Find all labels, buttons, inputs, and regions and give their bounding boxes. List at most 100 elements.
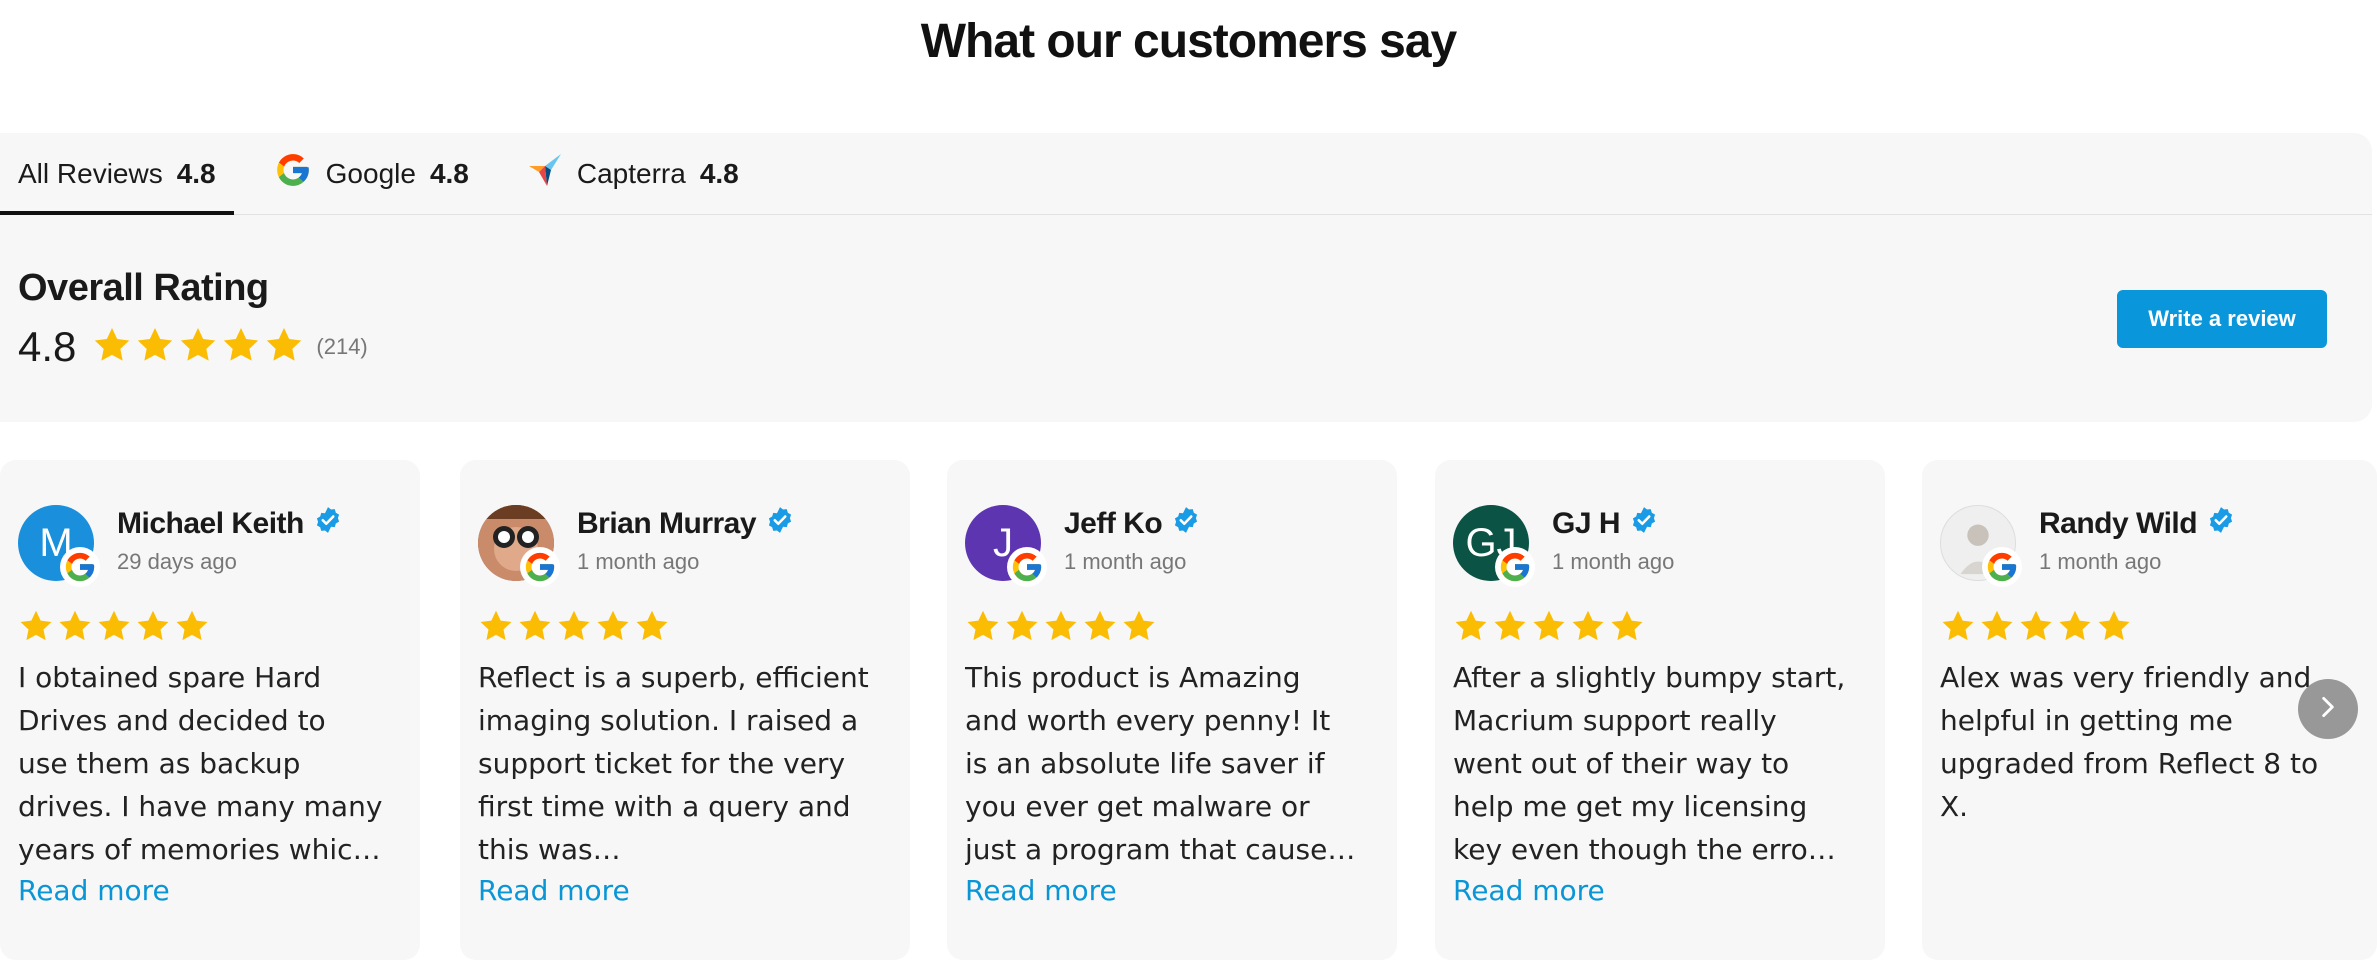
google-icon	[520, 547, 560, 587]
star-icon	[2057, 608, 2093, 649]
tab-score: 4.8	[429, 157, 469, 189]
review-stars	[1940, 608, 2132, 649]
star-icon	[221, 325, 261, 370]
star-icon	[18, 608, 54, 649]
reviewer-name-text: Brian Murray	[577, 507, 757, 540]
avatar-wrapper: GJ	[1453, 505, 1535, 587]
verified-icon	[1172, 506, 1200, 542]
star-icon	[1570, 608, 1606, 649]
review-card: J Jeff Ko 1 month ago This product is Amazi…	[947, 460, 1397, 960]
review-stars	[18, 608, 210, 649]
review-stars	[965, 608, 1157, 649]
star-icon	[1940, 608, 1976, 649]
avatar-wrapper: J	[965, 505, 1047, 587]
google-icon	[1982, 547, 2022, 587]
verified-icon	[314, 506, 342, 542]
tab-label: Google	[325, 157, 416, 189]
star-icon	[1082, 608, 1118, 649]
avatar-wrapper	[478, 505, 560, 587]
chevron-right-icon	[2315, 694, 2341, 725]
reviewer-name-text: Michael Keith	[117, 507, 304, 540]
reviewer-name: Brian Murray	[577, 506, 794, 542]
star-icon	[264, 325, 304, 370]
overall-rating-title: Overall Rating	[18, 267, 269, 309]
google-icon	[1495, 547, 1535, 587]
star-icon	[1979, 608, 2015, 649]
reviewer-name-text: Randy Wild	[2039, 507, 2198, 540]
star-icon	[2096, 608, 2132, 649]
star-icon	[135, 608, 171, 649]
reviewer-name: Randy Wild	[2039, 506, 2235, 542]
overall-stars	[92, 325, 304, 370]
verified-icon	[2207, 506, 2235, 542]
review-text: Alex was very friendly and helpful in ge…	[1940, 661, 2319, 823]
review-text: Reflect is a superb, efficient imaging s…	[478, 661, 869, 866]
star-icon	[1453, 608, 1489, 649]
star-icon	[1004, 608, 1040, 649]
star-icon	[2018, 608, 2054, 649]
star-icon	[1492, 608, 1528, 649]
read-more-link[interactable]: Read more	[478, 874, 630, 907]
star-icon	[135, 325, 175, 370]
review-count: (214)	[316, 334, 368, 359]
star-icon	[556, 608, 592, 649]
tab-label: All Reviews	[18, 157, 163, 189]
google-icon	[274, 151, 312, 196]
star-icon	[1121, 608, 1157, 649]
star-icon	[478, 608, 514, 649]
reviewer-name-text: GJ H	[1552, 507, 1621, 540]
review-text: I obtained spare Hard Drives and decided…	[18, 661, 383, 866]
star-icon	[634, 608, 670, 649]
capterra-icon	[527, 152, 563, 195]
star-icon	[178, 325, 218, 370]
google-icon	[1007, 547, 1047, 587]
tab-score: 4.8	[699, 157, 739, 189]
avatar-wrapper: M	[18, 505, 100, 587]
star-icon	[1609, 608, 1645, 649]
star-icon	[1043, 608, 1079, 649]
star-icon	[174, 608, 210, 649]
tab-score: 4.8	[176, 157, 216, 189]
review-text: After a slightly bumpy start, Macrium su…	[1453, 661, 1846, 866]
carousel-next-button[interactable]	[2298, 679, 2358, 739]
verified-icon	[1630, 506, 1658, 542]
review-date: 1 month ago	[2039, 549, 2162, 574]
star-icon	[92, 325, 132, 370]
reviewer-name-text: Jeff Ko	[1064, 507, 1163, 540]
review-date: 1 month ago	[1064, 549, 1187, 574]
tab-google[interactable]: Google 4.8	[256, 133, 487, 214]
overall-rating-row: 4.8 (214)	[18, 323, 368, 371]
overall-score: 4.8	[18, 323, 77, 370]
google-icon	[60, 547, 100, 587]
tab-capterra[interactable]: Capterra 4.8	[509, 133, 757, 214]
review-card: Brian Murray 1 month ago Reflect is a supe…	[460, 460, 910, 960]
read-more-link[interactable]: Read more	[965, 874, 1117, 907]
review-card: M Michael Keith 29 days ago I obtained spar…	[0, 460, 420, 960]
tab-label: Capterra	[576, 157, 686, 189]
reviewer-name: Jeff Ko	[1064, 506, 1200, 542]
review-date: 29 days ago	[117, 549, 237, 574]
reviewer-name: GJ H	[1552, 506, 1658, 542]
write-review-button[interactable]: Write a review	[2117, 290, 2327, 348]
avatar-wrapper	[1940, 505, 2022, 587]
review-stars	[478, 608, 670, 649]
star-icon	[965, 608, 1001, 649]
review-source-tabs: All Reviews 4.8 Google 4.8 Capterra 4.8	[0, 133, 2372, 215]
review-carousel: M Michael Keith 29 days ago I obtained spar…	[0, 460, 2377, 960]
review-stars	[1453, 608, 1645, 649]
read-more-link[interactable]: Read more	[18, 874, 170, 907]
star-icon	[595, 608, 631, 649]
review-card: GJ GJ H 1 month ago After a slightly bumpy …	[1435, 460, 1885, 960]
star-icon	[96, 608, 132, 649]
verified-icon	[766, 506, 794, 542]
ratings-panel: All Reviews 4.8 Google 4.8 Capterra 4.8 …	[0, 133, 2372, 422]
review-date: 1 month ago	[577, 549, 700, 574]
review-date: 1 month ago	[1552, 549, 1675, 574]
star-icon	[517, 608, 553, 649]
review-text: This product is Amazing and worth every …	[965, 661, 1356, 866]
star-icon	[57, 608, 93, 649]
read-more-link[interactable]: Read more	[1453, 874, 1605, 907]
page-title: What our customers say	[920, 15, 1457, 68]
reviewer-name: Michael Keith	[117, 506, 342, 542]
tab-all-reviews[interactable]: All Reviews 4.8	[0, 133, 234, 215]
